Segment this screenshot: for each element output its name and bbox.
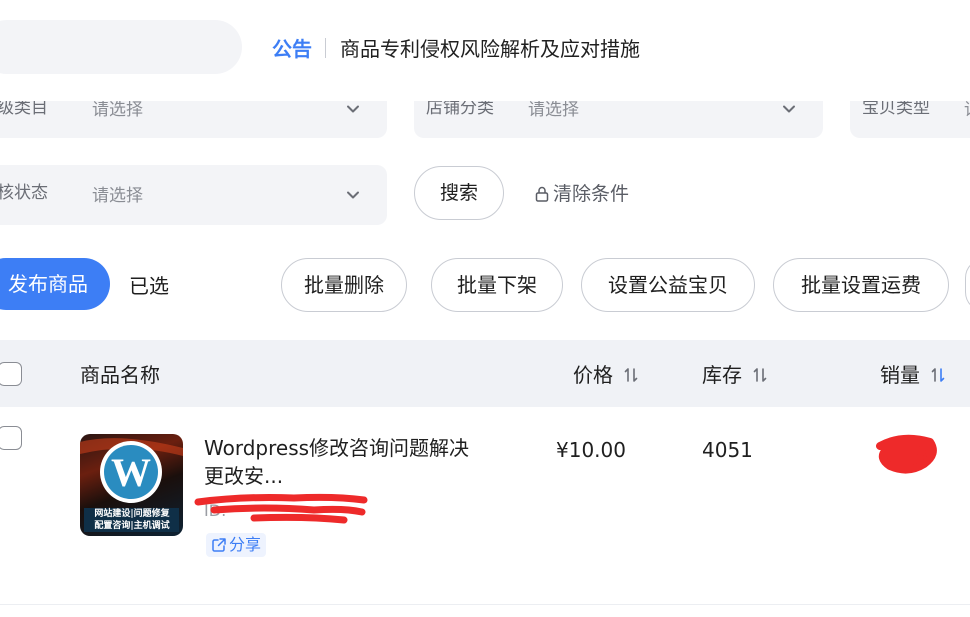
column-header-stock[interactable]: 库存: [702, 362, 742, 388]
thumbnail-caption: 网站建设|问题修复 配置咨询|主机调试: [86, 508, 178, 532]
clear-filters-button[interactable]: 清除条件: [533, 180, 629, 208]
lock-icon: [535, 186, 549, 202]
sort-active-icon[interactable]: [930, 366, 946, 384]
column-header-name: 商品名称: [80, 363, 160, 387]
search-button[interactable]: 搜索: [414, 166, 504, 220]
share-button[interactable]: 分享: [206, 533, 267, 557]
product-price: ¥10.00: [556, 438, 626, 462]
review-status-label: 审核状态: [0, 183, 48, 203]
id-redaction-mark: [194, 493, 368, 524]
bulk-shipping-button[interactable]: 批量设置运费: [773, 258, 949, 312]
review-status-select[interactable]: 审核状态 请选择: [0, 165, 387, 225]
row-checkbox[interactable]: [0, 426, 22, 450]
column-header-sales[interactable]: 销量: [880, 362, 920, 388]
sales-redaction-mark: [876, 434, 937, 474]
column-header-price[interactable]: 价格: [573, 362, 613, 388]
select-all-checkbox[interactable]: [0, 362, 22, 386]
thumbnail-caption-line2: 配置咨询|主机调试: [94, 521, 170, 531]
bulk-delist-button[interactable]: 批量下架: [431, 258, 563, 312]
selected-count-label: 已选: [129, 274, 169, 298]
row-divider: [0, 604, 970, 605]
svg-text:W: W: [111, 450, 151, 495]
notice-tag: 公告: [272, 37, 312, 61]
review-status-placeholder: 请选择: [92, 186, 143, 206]
notice-link[interactable]: 商品专利侵权风险解析及应对措施: [340, 35, 640, 63]
share-label: 分享: [229, 535, 262, 554]
set-charity-button[interactable]: 设置公益宝贝: [581, 258, 755, 312]
clear-filters-label: 清除条件: [553, 183, 630, 205]
more-bulk-button[interactable]: [965, 258, 970, 312]
category-placeholder: 请选择: [92, 100, 143, 120]
share-icon: [212, 538, 226, 552]
publish-product-button[interactable]: 发布商品: [0, 258, 110, 310]
notice-divider: [325, 38, 326, 58]
sort-icon[interactable]: [752, 366, 768, 384]
shop-category-placeholder: 请选择: [528, 100, 579, 120]
chevron-down-icon: [347, 191, 359, 199]
product-thumbnail[interactable]: W 网站建设|问题修复 配置咨询|主机调试: [80, 434, 183, 536]
chevron-down-icon: [783, 105, 795, 113]
sort-icon[interactable]: [623, 366, 639, 384]
product-stock[interactable]: 4051: [702, 436, 753, 464]
item-type-placeholder: 请: [964, 98, 970, 122]
bulk-delete-button[interactable]: 批量删除: [281, 258, 407, 312]
global-search-input[interactable]: [0, 20, 242, 74]
chevron-down-icon: [347, 105, 359, 113]
thumbnail-caption-line1: 网站建设|问题修复: [94, 509, 170, 519]
product-name-link[interactable]: Wordpress修改咨询问题解决更改安...: [204, 434, 474, 490]
